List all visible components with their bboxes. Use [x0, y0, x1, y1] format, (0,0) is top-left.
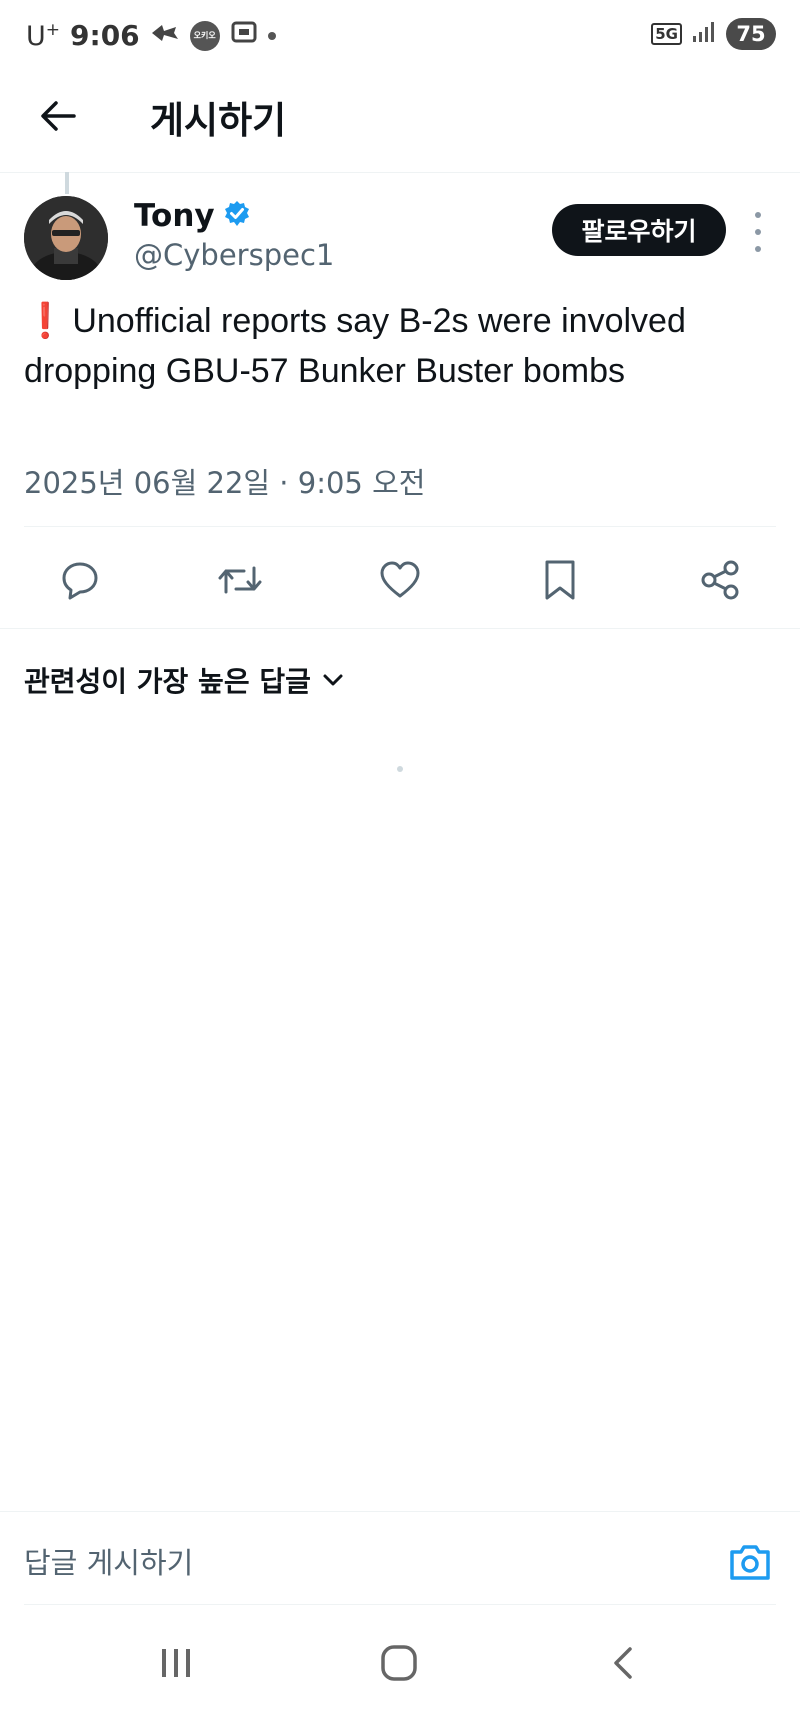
- reply-icon: [62, 562, 98, 600]
- screenshot-icon: [230, 18, 258, 53]
- repost-button[interactable]: [216, 556, 264, 604]
- status-left: U+ 9:06 오키오: [26, 18, 276, 53]
- bookmark-icon: [545, 560, 575, 600]
- author-handle[interactable]: @Cyberspec1: [134, 238, 334, 272]
- verified-badge-icon: [223, 200, 251, 232]
- signal-icon: [692, 21, 716, 47]
- exclamation-emoji: ❗: [24, 302, 67, 340]
- top-app-bar: 게시하기: [0, 72, 800, 173]
- author-name-row[interactable]: Tony: [134, 198, 251, 234]
- arrow-left-icon: [41, 101, 76, 131]
- recent-apps-button[interactable]: [151, 1638, 201, 1688]
- home-icon: [381, 1645, 417, 1681]
- recent-apps-icon: [162, 1649, 190, 1677]
- loading-indicator: [397, 766, 403, 772]
- back-button[interactable]: [34, 92, 82, 140]
- bookmark-button[interactable]: [536, 556, 584, 604]
- notification-dot-icon: [267, 31, 276, 40]
- app-notification-icon: 오키오: [189, 20, 220, 51]
- more-options-icon[interactable]: [744, 212, 772, 252]
- post-body: ❗ Unofficial reports say B-2s were involv…: [24, 296, 764, 396]
- post-timestamp[interactable]: 2025년 06월 22일 · 9:05 오전: [24, 460, 425, 502]
- network-label: 5G: [651, 23, 682, 45]
- retweet-icon: [218, 566, 262, 594]
- reply-sort-label: 관련성이 가장 높은 답글: [24, 665, 311, 698]
- follow-button[interactable]: 팔로우하기: [552, 204, 726, 256]
- avatar[interactable]: [24, 196, 108, 280]
- clock: 9:06: [70, 19, 140, 52]
- camera-icon: [730, 1545, 770, 1580]
- system-nav-bar: [0, 1608, 800, 1716]
- divider: [24, 1604, 776, 1605]
- author-name: Tony: [134, 198, 215, 234]
- reply-button[interactable]: [56, 556, 104, 604]
- reply-sort-dropdown[interactable]: 관련성이 가장 높은 답글: [24, 660, 345, 700]
- avatar-image: [24, 196, 108, 280]
- chevron-left-icon: [614, 1647, 632, 1679]
- thread-line: [65, 172, 69, 194]
- chevron-down-icon: [323, 674, 343, 686]
- camera-button[interactable]: [728, 1542, 772, 1582]
- page-title: 게시하기: [150, 99, 287, 142]
- status-right: 5G 75: [651, 18, 776, 50]
- battery-indicator: 75: [726, 18, 776, 50]
- share-icon: [701, 560, 739, 600]
- home-button[interactable]: [374, 1638, 424, 1688]
- divider: [24, 526, 776, 527]
- system-back-button[interactable]: [598, 1638, 648, 1688]
- status-bar: U+ 9:06 오키오 5G 75: [0, 0, 800, 72]
- reply-composer: 답글 게시하기: [0, 1512, 800, 1606]
- carrier-label: U+: [26, 19, 61, 52]
- divider: [0, 628, 800, 629]
- like-icon: [380, 561, 420, 598]
- reply-input[interactable]: 답글 게시하기: [24, 1540, 193, 1582]
- action-bar: [0, 540, 800, 620]
- share-button[interactable]: [696, 556, 744, 604]
- plane-alert-icon: [150, 19, 180, 52]
- like-button[interactable]: [376, 556, 424, 604]
- post-text: Unofficial reports say B-2s were involve…: [24, 302, 686, 390]
